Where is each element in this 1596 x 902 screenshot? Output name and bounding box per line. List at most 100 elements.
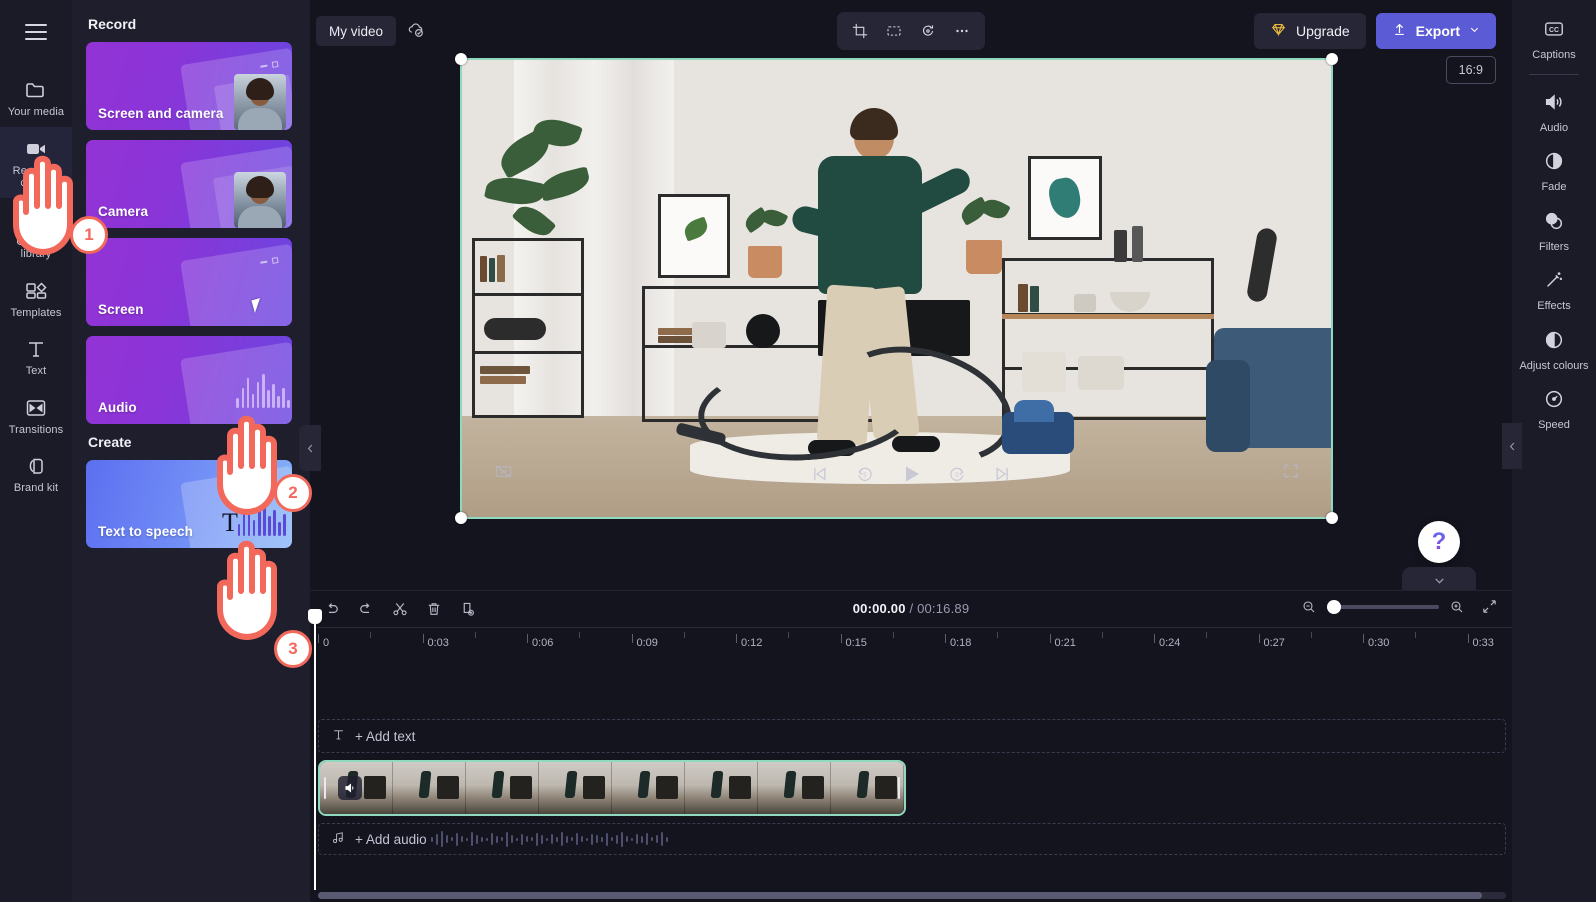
forward-5s-icon[interactable]: 5 [943,460,971,488]
ruler-tick [1363,634,1364,643]
zoom-slider[interactable] [1327,599,1439,614]
prop-item-label: Audio [1539,121,1569,134]
properties-collapse-button[interactable] [1502,423,1522,469]
video-title-field[interactable]: My video [316,16,397,46]
captions-off-icon[interactable] [494,462,513,486]
sidebar-item-record-and-create[interactable]: Record & create [0,126,72,198]
card-text-to-speech[interactable]: T Text to speech [86,460,292,548]
top-right-actions: Upgrade Export [1253,13,1496,49]
canvas-tools [837,12,985,50]
time-separator: / [909,601,914,616]
crop-icon[interactable] [845,16,875,46]
contrast-icon [1543,329,1565,356]
fade-icon [1543,150,1565,177]
split-icon[interactable] [386,595,414,623]
prop-item-effects[interactable]: Effects [1513,261,1595,319]
playhead[interactable] [308,609,322,890]
card-screen[interactable]: Screen [86,238,292,326]
tutorial-badge-3: 3 [274,630,312,668]
card-screen-and-camera[interactable]: Screen and camera [86,42,292,130]
prop-item-captions[interactable]: CC Captions [1513,10,1595,68]
prop-item-label: Effects [1537,300,1571,312]
text-icon [331,727,346,745]
zoom-slider-knob[interactable] [1327,599,1341,614]
prop-item-fade[interactable]: Fade [1513,142,1595,200]
upgrade-label: Upgrade [1295,23,1350,39]
video-canvas[interactable] [462,60,1331,517]
play-icon[interactable] [897,460,925,488]
video-clip[interactable] [318,760,906,816]
ruler-tick [945,634,946,643]
ruler-tick-minor [1415,632,1417,638]
ruler-tick [736,634,737,643]
add-text-track[interactable]: + Add text [318,719,1506,753]
sidebar-item-your-media[interactable]: Your media [0,68,72,127]
panel-collapse-button[interactable] [299,425,321,471]
fullscreen-icon[interactable] [1282,462,1300,485]
ruler-tick [527,634,528,643]
ruler-label: 0:06 [532,637,554,649]
card-audio[interactable]: Audio [86,336,292,424]
fit-timeline-icon[interactable] [1481,598,1498,615]
video-camera-icon [24,137,48,161]
ruler-label: 0:09 [636,637,658,649]
sidebar-item-text[interactable]: Text [0,327,72,386]
timeline: 00:00.00 / 00:16.89 00:03 0:06 0:09 0:12… [308,590,1512,902]
ruler-label: 0:12 [741,637,763,649]
panel-section-create: Create [88,434,132,450]
upgrade-button[interactable]: Upgrade [1253,13,1366,49]
sidebar-item-brand-kit[interactable]: Brand kit [0,444,72,503]
playhead-handle[interactable] [308,609,322,624]
cloud-check-icon[interactable] [406,20,426,45]
ruler-label: 0:15 [845,637,867,649]
fit-to-frame-icon[interactable] [879,16,909,46]
speedometer-icon [1543,388,1565,415]
hamburger-icon[interactable] [13,10,59,54]
delete-icon[interactable] [420,595,448,623]
tutorial-badge-1: 1 [70,216,108,254]
sidebar-item-content-library[interactable]: Content library [0,198,72,269]
ruler-label: 0:24 [1159,637,1181,649]
ruler-tick [1258,634,1260,643]
prop-item-audio[interactable]: Audio [1513,83,1595,141]
sidebar-item-label: Your media [7,106,65,118]
ruler-tick-minor [1101,632,1103,638]
skip-to-start-icon[interactable] [805,460,833,488]
chevron-left-icon [1509,442,1514,450]
skip-to-end-icon[interactable] [989,460,1017,488]
timeline-scrollbar[interactable] [318,892,1506,899]
more-options-icon[interactable] [947,16,977,46]
properties-rail: CC Captions Audio Fade Filters Effects A… [1502,0,1596,902]
transitions-icon [24,396,48,420]
clip-audio-toggle[interactable] [338,776,362,800]
card-label: Text to speech [98,524,193,539]
redo-icon[interactable] [352,595,380,623]
audio-waveform [431,830,668,848]
clip-trim-handle-left[interactable] [321,775,329,801]
zoom-out-icon[interactable] [1301,599,1317,615]
timeline-ruler[interactable]: 0 0:03 0:06 0:09 0:12 0:15 0:18 0:21 0:24 0:27 0:3… [318,627,1512,657]
add-audio-track[interactable]: + Add audio [318,823,1506,855]
prop-item-adjust-colours[interactable]: Adjust colours [1513,321,1595,379]
waveform-icon [236,372,290,408]
duplicate-icon[interactable] [454,595,482,623]
sidebar-item-transitions[interactable]: Transitions [0,386,72,445]
prop-item-filters[interactable]: Filters [1513,202,1595,260]
top-toolbar: My video Upgrade Export 16:9 [310,0,1512,84]
export-button[interactable]: Export [1375,13,1496,49]
ruler-tick-minor [683,632,685,638]
ruler-label: 0:30 [1368,637,1390,649]
help-label: ? [1431,528,1447,555]
help-button[interactable]: ? [1418,521,1460,563]
player-controls: 5 5 [310,452,1512,502]
ruler-tick [1154,634,1155,643]
rotate-icon[interactable] [913,16,943,46]
undo-icon[interactable] [318,595,346,623]
clip-trim-handle-right[interactable] [895,775,903,801]
prop-item-speed[interactable]: Speed [1513,380,1595,438]
card-camera[interactable]: Camera [86,140,292,228]
zoom-in-icon[interactable] [1449,599,1465,615]
screen-thumbnail-art [180,243,292,326]
sidebar-item-templates[interactable]: Templates [0,269,72,328]
rewind-5s-icon[interactable]: 5 [851,460,879,488]
